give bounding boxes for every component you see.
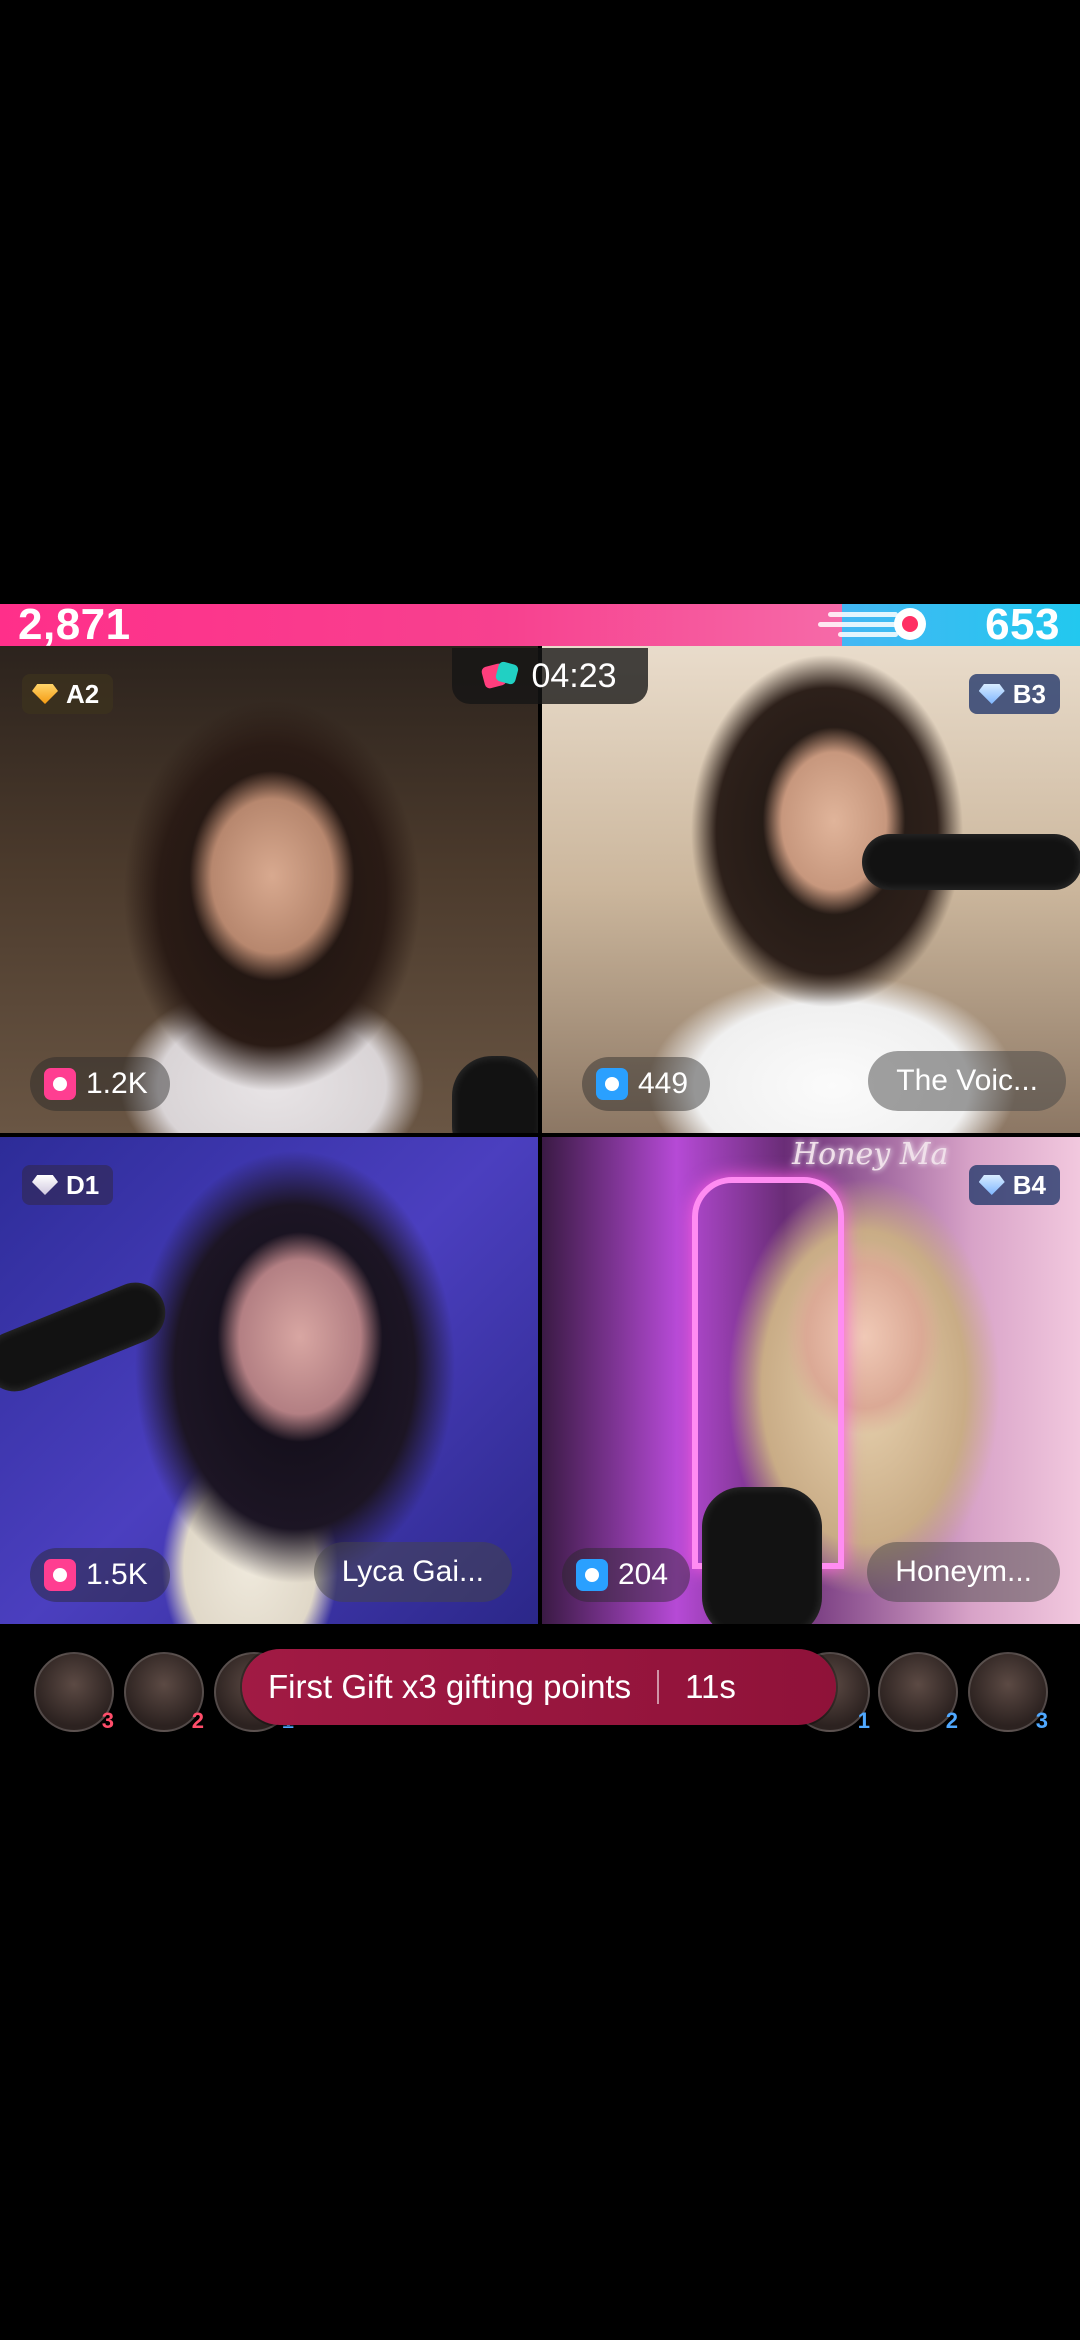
timer-value: 04:23	[531, 656, 617, 695]
guest-name-pill[interactable]: Lyca Gai...	[313, 1542, 512, 1602]
gift-score: 449	[638, 1067, 689, 1100]
right-team-score: 653	[985, 600, 1060, 649]
rank-label: B3	[1012, 678, 1046, 709]
microphone-image	[452, 1056, 538, 1133]
gifter-rank: 2	[945, 1708, 958, 1733]
guest-tile-b4[interactable]: Honey Ma B4 204 Honeym...	[542, 1137, 1080, 1624]
gift-score: 1.5K	[86, 1558, 148, 1591]
gift-score: 1.2K	[86, 1067, 148, 1100]
diamond-icon	[32, 1175, 58, 1195]
gifter-rank: 2	[191, 1708, 204, 1733]
gift-points-icon	[596, 1068, 628, 1100]
diamond-icon	[32, 684, 58, 704]
gift-score-pill[interactable]: 1.2K	[30, 1057, 170, 1111]
multi-guest-video-grid: A2 1.2K B3 449 The Voic... D1 1.5K Lyca …	[0, 646, 1080, 1626]
microphone-image	[862, 834, 1080, 890]
gifter-rank: 3	[101, 1708, 114, 1733]
gift-score-pill[interactable]: 449	[582, 1057, 711, 1111]
gifter-avatar[interactable]: 2	[124, 1652, 204, 1733]
guest-name: Lyca Gai...	[341, 1555, 484, 1588]
gifter-avatar[interactable]: 3	[34, 1652, 114, 1733]
top-gifters-strip: 3 2 1 1 2 3 First Gift x3 gifting points…	[0, 1640, 1080, 1733]
rank-badge: A2	[22, 674, 114, 714]
gift-points-icon	[44, 1068, 76, 1100]
gifter-rank: 1	[857, 1708, 870, 1733]
guest-name-pill[interactable]: The Voic...	[868, 1051, 1066, 1111]
guest-tile-a2[interactable]: A2 1.2K	[0, 646, 538, 1133]
gifter-avatar[interactable]: 3	[968, 1652, 1048, 1733]
gift-points-icon	[44, 1559, 76, 1591]
rank-badge: B3	[968, 674, 1060, 714]
microphone-image	[702, 1487, 822, 1624]
rank-badge: D1	[22, 1165, 114, 1205]
left-team-score: 2,871	[18, 600, 131, 649]
first-gift-banner[interactable]: First Gift x3 gifting points 11s	[242, 1649, 836, 1725]
guest-name: The Voic...	[896, 1064, 1038, 1097]
score-divider-sparkle-icon	[818, 604, 948, 646]
gifter-rank: 3	[1035, 1708, 1048, 1733]
guest-tile-d1[interactable]: D1 1.5K Lyca Gai...	[0, 1137, 538, 1624]
gift-score: 204	[618, 1558, 669, 1591]
left-team-score-fill: 2,871	[0, 600, 843, 649]
diamond-icon	[978, 684, 1005, 704]
guest-name: Honeym...	[895, 1555, 1032, 1588]
rank-label: A2	[66, 678, 100, 709]
guest-name-pill[interactable]: Honeym...	[867, 1542, 1060, 1602]
gifter-avatar[interactable]: 2	[878, 1652, 958, 1733]
diamond-icon	[978, 1175, 1005, 1195]
gift-score-pill[interactable]: 204	[562, 1548, 691, 1602]
battle-gift-icon	[480, 660, 520, 691]
rank-badge: B4	[968, 1165, 1060, 1205]
rank-label: D1	[66, 1169, 100, 1200]
rank-label: B4	[1012, 1169, 1046, 1200]
neon-sign: Honey Ma	[792, 1137, 949, 1172]
banner-divider	[657, 1670, 660, 1704]
banner-countdown: 11s	[685, 1668, 736, 1705]
gift-points-icon	[576, 1559, 608, 1591]
banner-text: First Gift x3 gifting points	[268, 1668, 632, 1705]
battle-timer: 04:23	[452, 648, 648, 704]
microphone-image	[0, 1273, 175, 1401]
gift-score-pill[interactable]: 1.5K	[30, 1548, 170, 1602]
guest-tile-b3[interactable]: B3 449 The Voic...	[542, 646, 1080, 1133]
